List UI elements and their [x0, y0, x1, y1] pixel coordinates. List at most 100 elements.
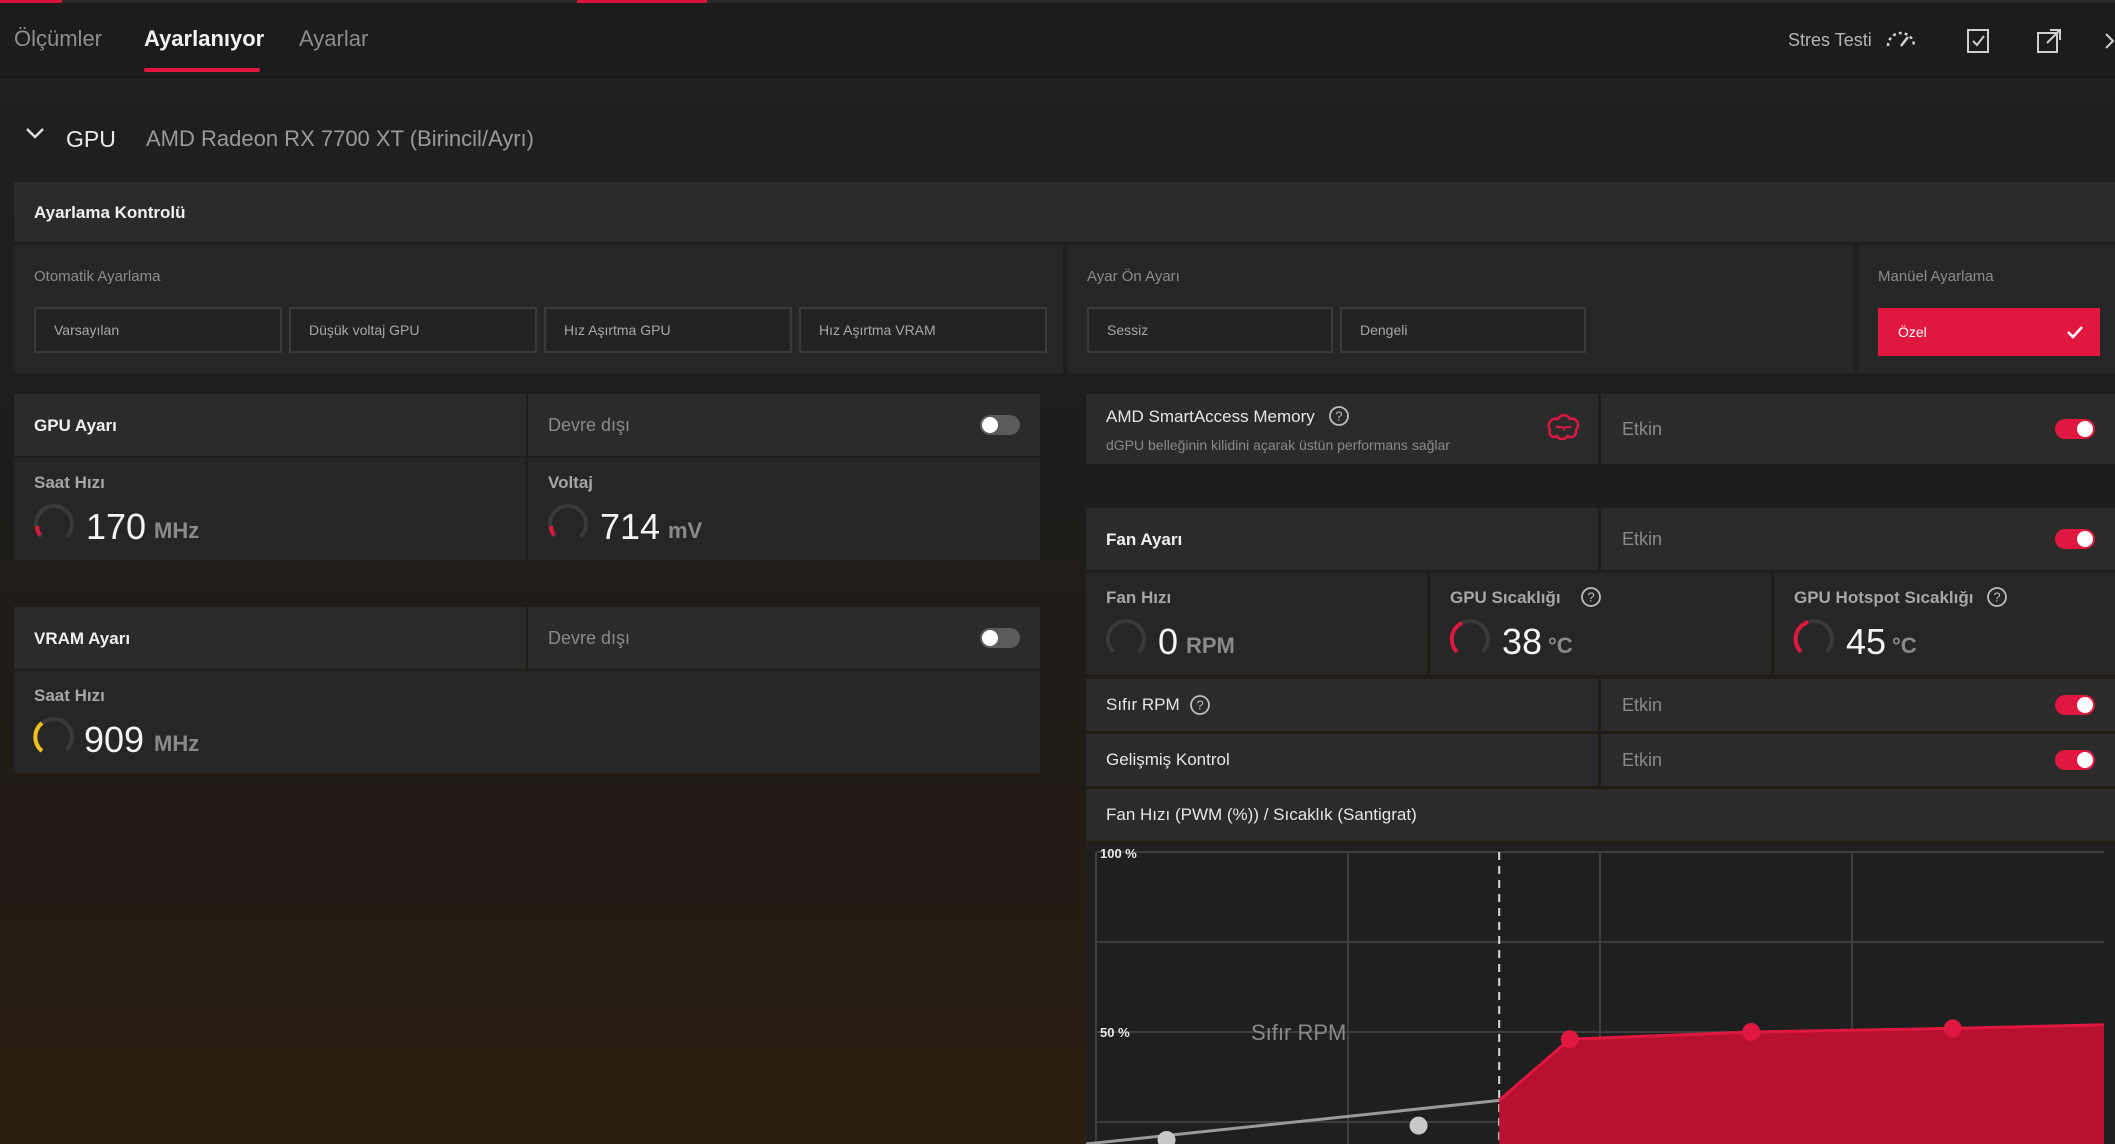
advanced-control-state-row: Etkin: [1601, 734, 2115, 786]
advanced-control-toggle[interactable]: [2055, 750, 2095, 770]
tab-settings[interactable]: Ayarlar: [299, 26, 368, 52]
gpu-voltage-value: 714: [600, 506, 661, 547]
zero-rpm-toggle[interactable]: [2055, 695, 2095, 715]
fan-curve-point: [1943, 1019, 1962, 1038]
zero-rpm-label: Sıfır RPM: [1106, 695, 1180, 714]
fan-curve-point: [1560, 1030, 1579, 1049]
preset-overclock-vram-button[interactable]: Hız Aşırtma VRAM: [799, 307, 1047, 353]
gpu-voltage-label: Voltaj: [548, 473, 594, 492]
zero-rpm-state: Etkin: [1622, 695, 1663, 715]
stress-test-label[interactable]: Stres Testi: [1788, 30, 1872, 51]
svg-text:?: ?: [1993, 590, 2000, 605]
vram-clock-label: Saat Hızı: [34, 686, 105, 705]
gpu-tuning-header: GPU Ayarı: [14, 394, 526, 456]
fan-speed-unit: RPM: [1186, 633, 1235, 658]
hotspot-temperature-value: 45: [1846, 621, 1887, 662]
fan-tuning-title: Fan Ayarı: [1106, 530, 1183, 549]
gpu-temperature-gauge-icon: [1449, 619, 1490, 659]
gpu-tuning-toggle[interactable]: [980, 415, 1020, 435]
vram-tuning-state: Devre dışı: [548, 628, 631, 648]
stripe-segment: [0, 0, 62, 3]
sam-state-row: Etkin: [1601, 394, 2115, 464]
y-tick-label-50: 50 %: [1100, 1025, 1130, 1040]
preset-undervolt-button[interactable]: Düşük voltaj GPU: [289, 307, 537, 353]
gpu-clock-value: 170: [86, 506, 147, 547]
gpu-clock-metric: Saat Hızı 170 MHz: [14, 458, 526, 560]
manual-tuning-label: Manüel Ayarlama: [1878, 268, 1994, 285]
gpu-voltage-metric: Voltaj 714 mV: [528, 458, 1040, 560]
tuning-preset-section: Ayar Ön Ayarı Sessiz Dengeli: [1067, 245, 1854, 373]
hotspot-temperature-unit: °C: [1892, 633, 1917, 658]
vram-clock-unit: MHz: [154, 731, 200, 756]
sam-subtitle: dGPU belleğinin kilidini açarak üstün pe…: [1106, 437, 1450, 453]
fan-curve-title: Fan Hızı (PWM (%)) / Sıcaklık (Santigrat…: [1106, 805, 1417, 824]
tuning-control-header: Ayarlama Kontrolü: [14, 182, 2115, 242]
gpu-voltage-gauge-icon: [548, 504, 588, 544]
stripe-segment: [577, 0, 707, 3]
help-icon[interactable]: ?: [1189, 694, 1211, 716]
fan-curve-area: [1499, 1024, 2104, 1144]
export-icon[interactable]: [2032, 24, 2066, 58]
more-icon[interactable]: [2100, 24, 2115, 58]
manual-tuning-section: Manüel Ayarlama Özel: [1858, 245, 2115, 373]
tuning-preset-label: Ayar Ön Ayarı: [1087, 268, 1180, 285]
help-icon[interactable]: ?: [1580, 586, 1602, 608]
preset-default-button[interactable]: Varsayılan: [34, 307, 282, 353]
advanced-control-label: Gelişmiş Kontrol: [1106, 750, 1230, 769]
preset-overclock-gpu-button[interactable]: Hız Aşırtma GPU: [544, 307, 792, 353]
fan-tuning-state: Etkin: [1622, 529, 1663, 549]
gpu-tuning-state: Devre dışı: [548, 415, 631, 435]
gpu-tuning-title: GPU Ayarı: [34, 416, 117, 435]
gauge-icon[interactable]: [1884, 24, 1918, 58]
gpu-tuning-state-row: Devre dışı: [528, 394, 1040, 456]
zero-rpm-row: Sıfır RPM ?: [1086, 679, 1598, 731]
chevron-down-icon[interactable]: [24, 122, 46, 144]
svg-text:?: ?: [1196, 698, 1203, 713]
preset-quiet-button[interactable]: Sessiz: [1087, 307, 1333, 353]
check-icon: [2067, 326, 2083, 339]
vram-tuning-header: VRAM Ayarı: [14, 607, 526, 669]
gpu-voltage-unit: mV: [668, 518, 703, 543]
advanced-control-state: Etkin: [1622, 750, 1663, 770]
gpu-clock-label: Saat Hızı: [34, 473, 105, 492]
checklist-icon[interactable]: [1962, 24, 1996, 58]
hotspot-temperature-gauge-icon: [1793, 619, 1834, 659]
vram-clock-gauge-icon: [33, 717, 74, 757]
vram-tuning-toggle[interactable]: [980, 628, 1020, 648]
tuning-control-title: Ayarlama Kontrolü: [34, 203, 186, 222]
vram-tuning-title: VRAM Ayarı: [34, 629, 131, 648]
help-icon[interactable]: ?: [1328, 405, 1350, 427]
help-icon[interactable]: ?: [1986, 586, 2008, 608]
active-tab-indicator: [144, 68, 260, 72]
custom-tuning-button[interactable]: Özel: [1878, 308, 2100, 356]
fan-speed-gauge-icon: [1106, 619, 1146, 659]
advanced-control-row: Gelişmiş Kontrol: [1086, 734, 1598, 786]
auto-tuning-section: Otomatik Ayarlama Varsayılan Düşük volta…: [14, 245, 1063, 373]
gpu-name: AMD Radeon RX 7700 XT (Birincil/Ayrı): [146, 126, 534, 151]
top-progress-stripe: [0, 0, 2115, 3]
sam-state: Etkin: [1622, 419, 1663, 439]
gpu-clock-gauge-icon: [33, 504, 74, 544]
custom-tuning-label: Özel: [1898, 324, 1927, 340]
y-tick-label-100: 100 %: [1100, 846, 1137, 861]
gpu-temperature-value: 38: [1502, 621, 1543, 662]
svg-text:?: ?: [1587, 590, 1594, 605]
svg-text:?: ?: [1335, 409, 1342, 424]
sam-toggle[interactable]: [2055, 419, 2095, 439]
tab-tuning[interactable]: Ayarlanıyor: [144, 26, 264, 52]
fan-curve-chart[interactable]: 100 % 50 % Sıfır RPM: [1086, 844, 2115, 1144]
zero-rpm-annotation: Sıfır RPM: [1251, 1020, 1346, 1045]
gpu-label: GPU: [66, 126, 116, 152]
tab-metrics[interactable]: Ölçümler: [14, 26, 102, 52]
zero-rpm-point: [1409, 1116, 1428, 1135]
vram-tuning-state-row: Devre dışı: [528, 607, 1040, 669]
fan-tuning-state-row: Etkin: [1601, 508, 2115, 570]
fan-speed-metric: Fan Hızı 0 RPM: [1086, 573, 1427, 675]
preset-balanced-button[interactable]: Dengeli: [1340, 307, 1586, 353]
gpu-temperature-unit: °C: [1548, 633, 1573, 658]
hotspot-temperature-label: GPU Hotspot Sıcaklığı: [1794, 588, 1974, 607]
fan-tuning-toggle[interactable]: [2055, 529, 2095, 549]
gpu-clock-unit: MHz: [154, 518, 200, 543]
auto-tuning-label: Otomatik Ayarlama: [34, 268, 161, 285]
hotspot-temperature-metric: GPU Hotspot Sıcaklığı ? 45 °C: [1774, 573, 2115, 675]
